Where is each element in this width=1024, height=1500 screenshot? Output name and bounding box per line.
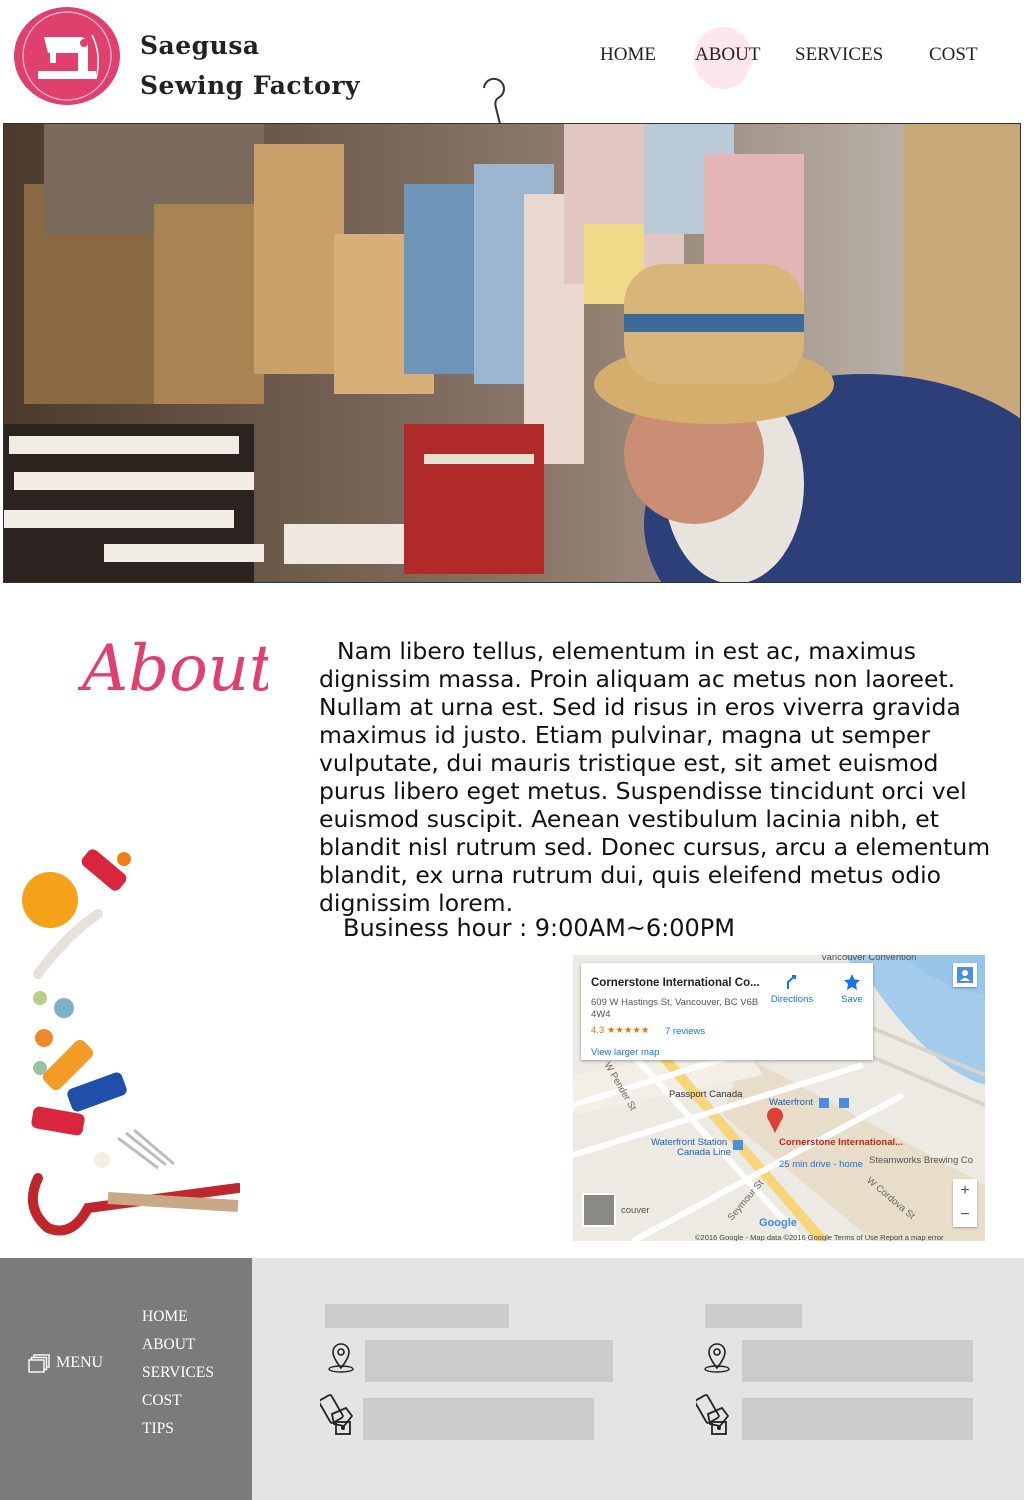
map-label-couver: couver [621,1205,650,1216]
footer-col1-address-placeholder [365,1340,613,1382]
footer-col1-title-placeholder [325,1304,509,1328]
map-label-convention: Vancouver Convention [821,955,917,963]
footer-link-tips[interactable]: TIPS [142,1418,214,1446]
map-save-label: Save [841,994,863,1005]
nav-cost[interactable]: COST [929,44,978,72]
footer-col1-phone-placeholder [363,1398,594,1440]
map-label-canada-line: Canada Line [677,1147,731,1158]
menu-stack-icon[interactable] [28,1354,50,1374]
map-place-card: Cornerstone International Co... 609 W Ha… [581,963,873,1060]
brand-line-2: Sewing Factory [140,71,361,100]
map-label-passport: Passport Canada [669,1089,743,1100]
map-zoom-controls: + − [953,1179,977,1227]
footer-link-about[interactable]: ABOUT [142,1334,214,1362]
map-directions-label: Directions [770,994,814,1005]
map-reviews-link[interactable]: 7 reviews [665,1026,705,1037]
map-attribution: ©2016 Google - Map data ©2016 Google Ter… [695,1233,944,1241]
map-user-icon[interactable] [953,963,977,987]
footer-col2-title-placeholder [705,1304,802,1328]
logo-sewing-machine-icon[interactable] [14,7,120,105]
sewing-supplies-image [22,849,240,1236]
footer-col2-phone-placeholder [742,1398,973,1440]
map-zoom-out-button[interactable]: − [953,1203,977,1227]
map-place-rating: 4.3 ★★★★★ [591,1025,650,1036]
location-pin-icon [704,1343,730,1373]
map-directions-button[interactable]: Directions [769,973,815,1017]
footer-menu-label[interactable]: MENU [56,1354,103,1372]
phone-icon [696,1394,730,1435]
nav-services[interactable]: SERVICES [795,44,883,72]
map-place-address: 609 W Hastings St, Vancouver, BC V6B 4W4 [591,997,759,1020]
about-paragraph: Nam libero tellus, elementum in est ac, … [319,637,991,917]
site-footer: MENU HOME ABOUT SERVICES COST TIPS [0,1258,1024,1500]
map-label-pin-name: Cornerstone International... [779,1137,904,1148]
map-view-larger-link[interactable]: View larger map [591,1047,659,1058]
brand-name[interactable]: Saegusa Sewing Factory [140,26,360,106]
site-header: Saegusa Sewing Factory HOME ABOUT SERVIC… [0,0,1024,124]
footer-nav: HOME ABOUT SERVICES COST TIPS [142,1306,214,1446]
brand-line-1: Saegusa [140,31,260,60]
business-hours: Business hour : 9:00AM~6:00PM [343,914,735,942]
location-pin-icon [328,1343,354,1373]
footer-col2-address-placeholder [742,1340,973,1382]
nav-home[interactable]: HOME [600,44,656,72]
yarn-ball-icon [22,872,78,928]
nav-about[interactable]: ABOUT [695,44,760,72]
footer-link-services[interactable]: SERVICES [142,1362,214,1390]
star-icon [844,974,860,990]
footer-link-home[interactable]: HOME [142,1306,214,1334]
hanger-icon [483,77,505,124]
google-map-embed[interactable]: Vancouver Convention Passport Canada Wat… [573,955,985,1241]
map-zoom-in-button[interactable]: + [953,1179,977,1203]
directions-icon [787,975,796,989]
footer-menu-panel: MENU HOME ABOUT SERVICES COST TIPS [0,1258,252,1500]
phone-icon [320,1394,354,1435]
map-streetview-icon[interactable] [582,1193,616,1227]
blue-spool-icon [67,1072,127,1112]
footer-link-cost[interactable]: COST [142,1390,214,1418]
map-place-name[interactable]: Cornerstone International Co... [591,977,760,989]
map-save-button[interactable]: Save [837,973,867,1017]
map-label-steamworks: Steamworks Brewing Co [869,1155,974,1166]
about-heading-text: About [78,632,268,706]
business-hours-label: Business hour : [343,914,535,942]
about-heading: About [78,632,268,706]
map-google-logo: Google [759,1217,797,1229]
map-label-drive: 25 min drive - home [779,1159,863,1170]
hero-tailor-photo [3,123,1021,583]
map-label-waterfront: Waterfront [769,1097,813,1108]
business-hours-value: 9:00AM~6:00PM [534,914,735,942]
